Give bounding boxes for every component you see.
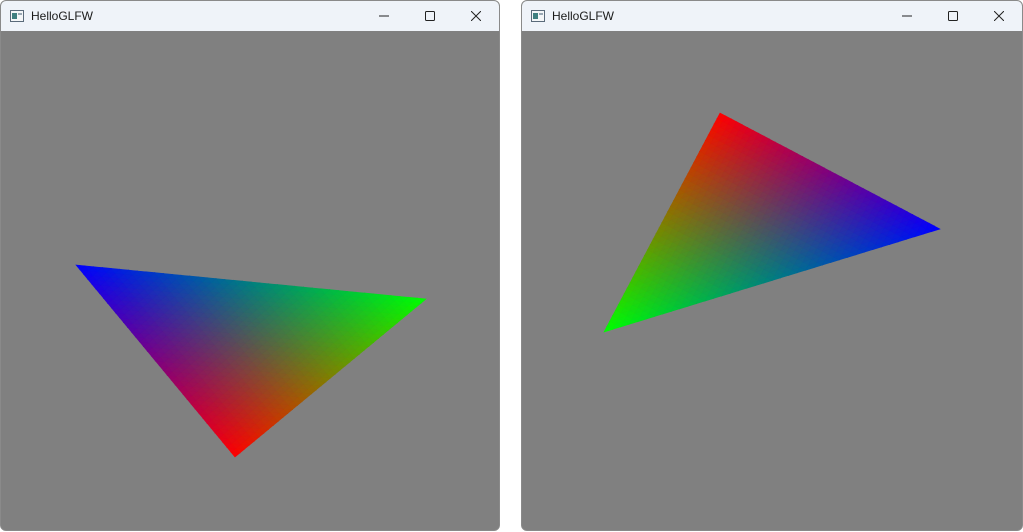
close-icon xyxy=(994,11,1004,21)
minimize-button[interactable] xyxy=(361,1,407,31)
desktop: HelloGLFW HelloGLFW xyxy=(0,0,1023,532)
window-title: HelloGLFW xyxy=(552,9,615,23)
gl-viewport[interactable] xyxy=(1,31,499,530)
gl-viewport[interactable] xyxy=(522,31,1022,530)
title-bar[interactable]: HelloGLFW xyxy=(522,1,1022,31)
app-window-icon xyxy=(9,8,25,24)
maximize-icon xyxy=(948,11,958,21)
close-button[interactable] xyxy=(976,1,1022,31)
rgb-triangle-canvas xyxy=(75,264,427,458)
maximize-icon xyxy=(425,11,435,21)
close-button[interactable] xyxy=(453,1,499,31)
rgb-triangle xyxy=(603,112,941,333)
minimize-icon xyxy=(902,15,912,17)
rgb-triangle xyxy=(75,264,427,458)
glfw-window-right[interactable]: HelloGLFW xyxy=(521,0,1023,531)
close-icon xyxy=(471,11,481,21)
app-window-icon xyxy=(530,8,546,24)
minimize-button[interactable] xyxy=(884,1,930,31)
maximize-button[interactable] xyxy=(407,1,453,31)
maximize-button[interactable] xyxy=(930,1,976,31)
minimize-icon xyxy=(379,15,389,17)
glfw-window-left[interactable]: HelloGLFW xyxy=(0,0,500,531)
window-title: HelloGLFW xyxy=(31,9,94,23)
title-bar[interactable]: HelloGLFW xyxy=(1,1,499,31)
rgb-triangle-canvas xyxy=(603,112,941,333)
